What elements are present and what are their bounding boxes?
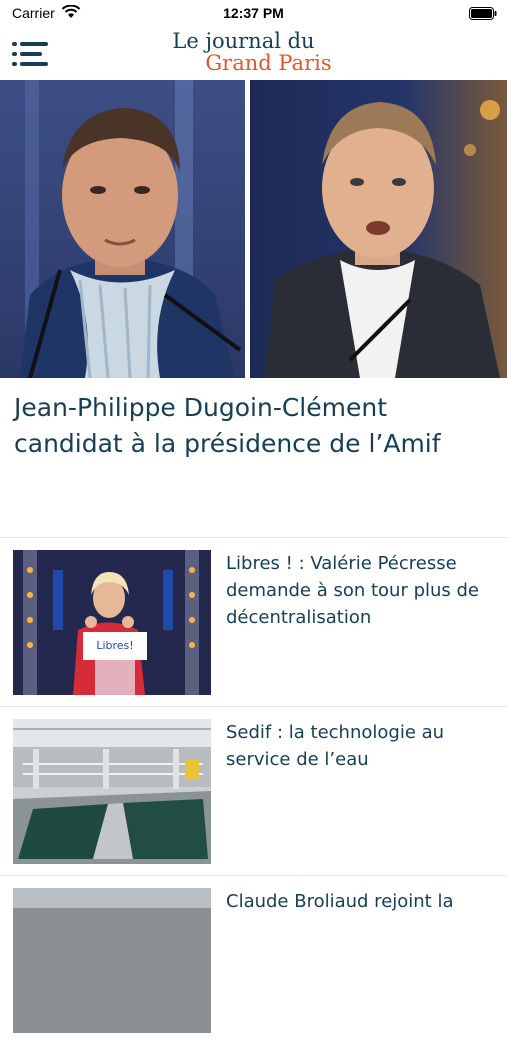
list-item[interactable]: Libres! Libres ! : Valérie Pécresse dema…	[0, 538, 507, 708]
water-treatment-basin-photo	[13, 719, 211, 864]
article-headline[interactable]: Sedif : la technologie au service de l’e…	[226, 719, 496, 773]
list-item[interactable]: Claude Broliaud rejoint la	[0, 876, 507, 1046]
status-bar: Carrier 12:37 PM	[0, 0, 507, 28]
article-photo	[13, 888, 211, 1033]
article-headline[interactable]: Libres ! : Valérie Pécresse demande à so…	[226, 550, 496, 631]
site-logo[interactable]: Le journal du Grand Paris	[0, 30, 507, 74]
app-header: Le journal du Grand Paris	[0, 28, 507, 81]
podium-speaker-photo: Libres!	[13, 550, 211, 695]
clock: 12:37 PM	[223, 5, 284, 21]
hero-image[interactable]	[0, 80, 507, 378]
hero-headline[interactable]: Jean-Philippe Dugoin-Clément candidat à …	[14, 390, 494, 462]
logo-line2: Grand Paris	[205, 51, 332, 75]
logo-line1: Le journal du	[172, 29, 315, 53]
article-headline[interactable]: Claude Broliaud rejoint la	[226, 888, 496, 915]
svg-text:Libres!: Libres!	[96, 639, 133, 652]
battery-icon	[469, 7, 497, 20]
list-item[interactable]: Sedif : la technologie au service de l’e…	[0, 707, 507, 877]
